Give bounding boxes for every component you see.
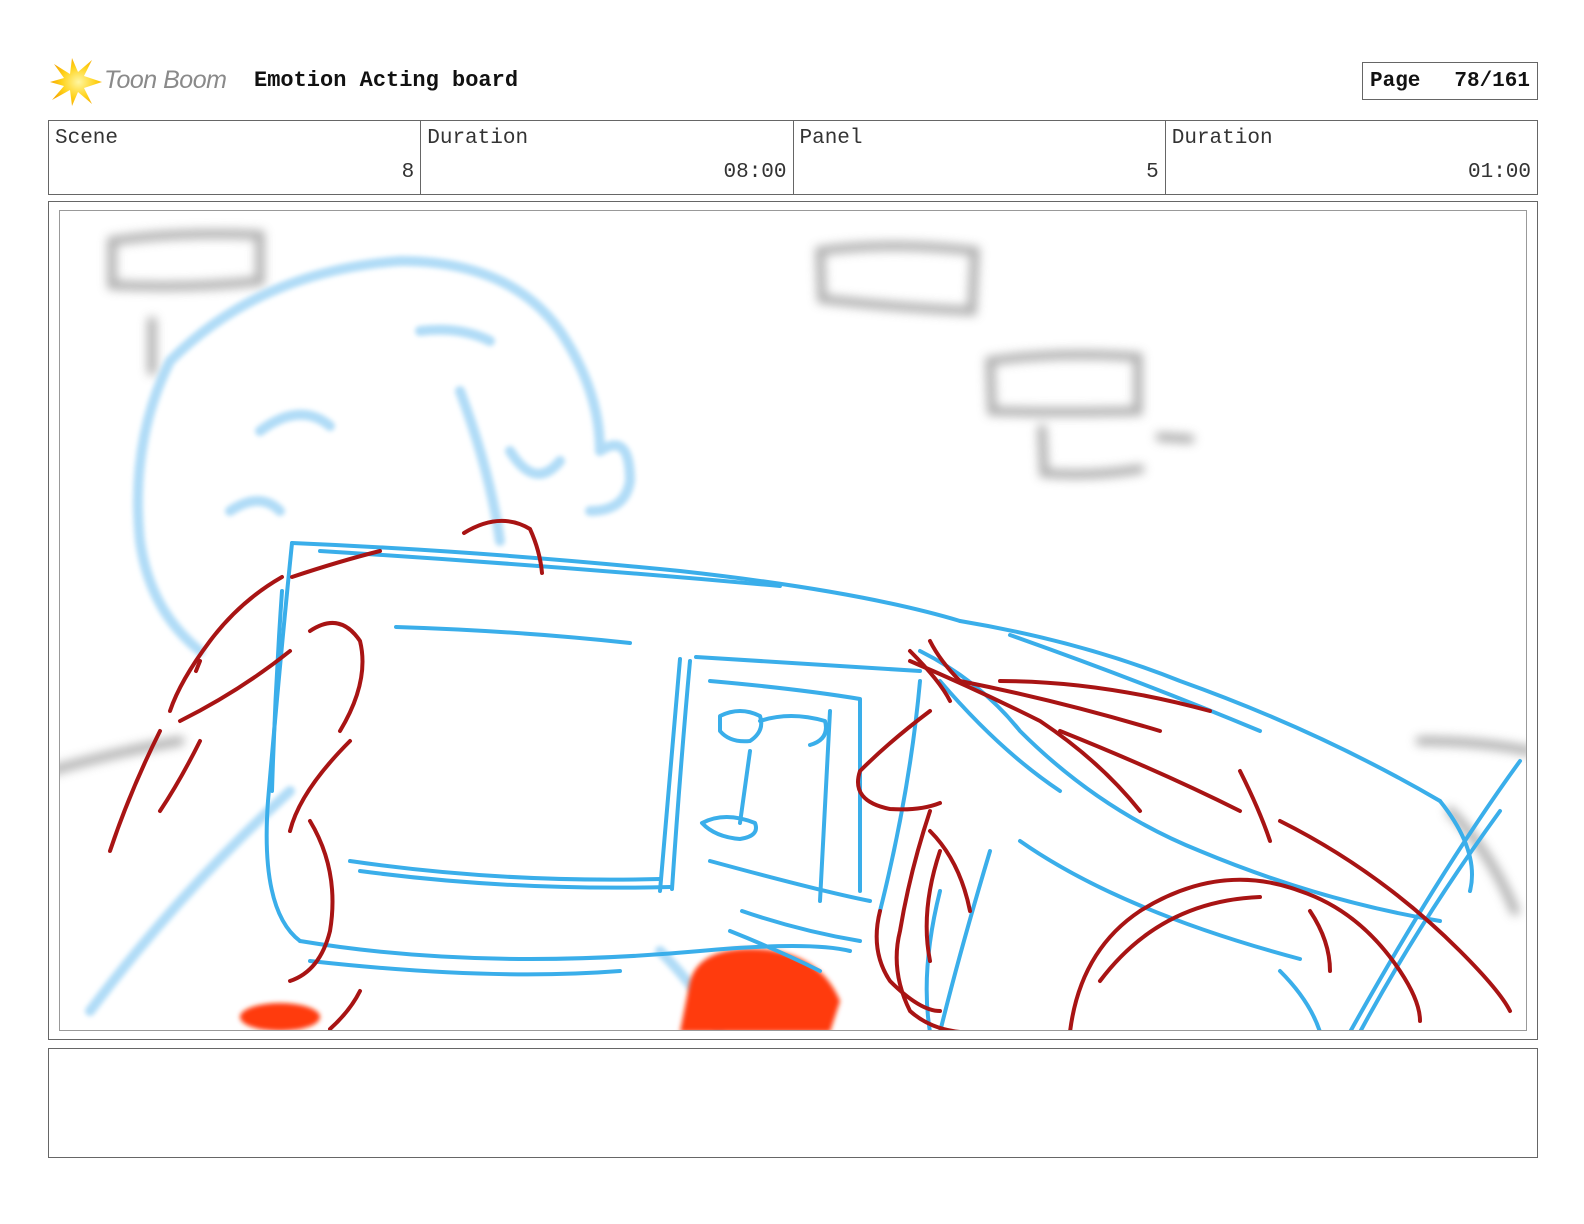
- orange-fills: [240, 948, 840, 1030]
- toon-boom-logo: Toon Boom: [48, 56, 248, 108]
- panel-notes-box: [48, 1048, 1538, 1158]
- panel-info-table: Scene 8 Duration 08:00 Panel 5 Duration …: [48, 120, 1538, 195]
- background-grey-shapes: [60, 229, 1526, 916]
- page-number: 78/161: [1454, 69, 1530, 93]
- panel-duration-value: 01:00: [1467, 161, 1531, 184]
- scene-duration-value: 08:00: [723, 161, 787, 184]
- board-title: Emotion Acting board: [254, 68, 519, 93]
- panel-duration-label: Duration: [1171, 127, 1273, 150]
- scene-label: Scene: [55, 127, 119, 150]
- red-sketch-lines: [108, 518, 1512, 1030]
- board-header: Toon Boom Emotion Acting board Page 78/1…: [48, 56, 1538, 108]
- starburst-icon: [50, 58, 102, 106]
- logo-text: Toon Boom: [104, 66, 227, 94]
- panel-label: Panel: [799, 127, 863, 150]
- panel-cell: Panel 5: [794, 121, 1166, 194]
- scene-cell: Scene 8: [49, 121, 422, 194]
- panel-frame: [48, 201, 1538, 1040]
- panel-value: 5: [1146, 161, 1159, 184]
- panel-duration-cell: Duration 01:00: [1166, 121, 1537, 194]
- background-character: [85, 255, 725, 1030]
- scene-value: 8: [401, 161, 415, 184]
- page-indicator: Page 78/161: [1362, 62, 1538, 100]
- sketch-drawing: [60, 229, 1526, 1030]
- page-label: Page: [1370, 69, 1421, 93]
- scene-duration-label: Duration: [427, 127, 529, 150]
- scene-duration-cell: Duration 08:00: [421, 121, 794, 194]
- blue-sketch-lines: [264, 541, 1522, 1030]
- panel-sketch: [59, 210, 1527, 1031]
